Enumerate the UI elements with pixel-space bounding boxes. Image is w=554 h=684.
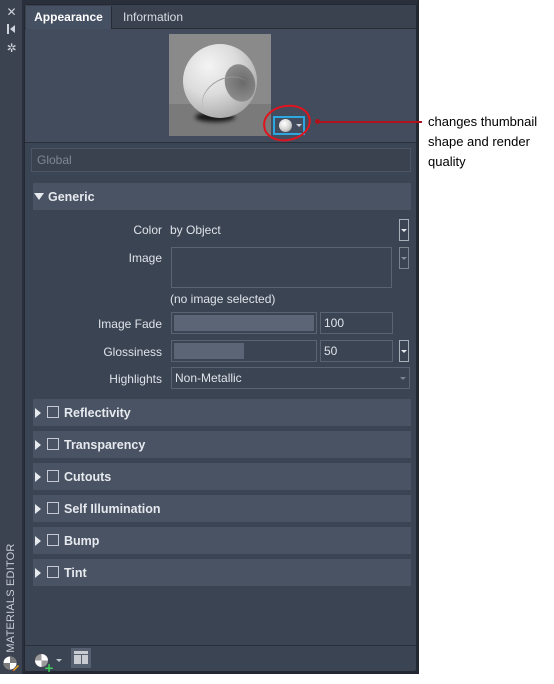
sphere-icon [279,119,292,132]
materials-editor-logo-icon[interactable] [3,655,19,671]
footer-divider [25,645,416,646]
section-title: Tint [64,565,87,580]
expand-icon [35,503,41,514]
expand-icon [35,407,41,418]
section-title: Bump [64,533,100,548]
section-reflectivity[interactable]: Reflectivity [33,399,411,426]
collapse-icon [34,193,44,200]
image-status: (no image selected) [170,292,276,306]
material-browser-button[interactable] [71,648,91,668]
enable-checkbox[interactable] [47,565,59,578]
image-fade-input[interactable]: 100 [320,312,393,334]
create-material-button[interactable]: + [35,650,65,674]
expand-icon [35,567,41,578]
section-title: Cutouts [64,469,112,484]
palette-title: MATERIALS EDITOR [5,542,17,653]
highlights-select[interactable]: Non-Metallic [171,367,410,389]
thumbnail-shape-button[interactable] [273,116,305,135]
close-icon[interactable]: ✕ [3,4,20,20]
image-slot[interactable] [171,247,392,288]
material-thumbnail [169,34,271,136]
color-label: Color [133,223,162,237]
expand-icon [35,471,41,482]
color-value[interactable]: by Object [170,223,221,237]
section-title: Generic [48,189,95,204]
chevron-down-icon [296,124,302,127]
section-title: Transparency [64,437,146,452]
tab-appearance[interactable]: Appearance [26,6,112,29]
callout-text: changes thumbnail shape and render quali… [428,114,538,169]
auto-hide-icon[interactable] [3,21,20,37]
chevron-down-icon [401,349,407,353]
enable-checkbox[interactable] [47,533,59,546]
section-title: Self Illumination [64,501,161,516]
chevron-down-icon [400,377,406,380]
preview-area [25,29,416,145]
side-strip: ✕ ✲ MATERIALS EDITOR [0,0,23,674]
section-transparency[interactable]: Transparency [33,431,411,458]
color-dropdown[interactable] [399,219,409,241]
highlights-value: Non-Metallic [175,371,242,385]
expand-icon [35,439,41,450]
glossiness-label: Glossiness [103,345,162,359]
chevron-down-icon [56,658,62,662]
image-fade-slider[interactable] [171,312,317,334]
expand-icon [35,535,41,546]
slider-fill [174,343,244,359]
tab-bar: Appearance Information [25,5,416,29]
tab-information[interactable]: Information [113,6,193,29]
material-name-field[interactable]: Global [31,148,411,172]
enable-checkbox[interactable] [47,469,59,482]
highlights-label: Highlights [109,372,162,386]
section-self-illumination[interactable]: Self Illumination [33,495,411,522]
slider-fill [174,315,314,331]
enable-checkbox[interactable] [47,501,59,514]
image-label: Image [128,251,162,265]
callout-line [318,121,422,123]
section-tint[interactable]: Tint [33,559,411,586]
enable-checkbox[interactable] [47,405,59,418]
materials-editor-window: ✕ ✲ MATERIALS EDITOR Appearance Informat… [0,0,419,674]
chevron-down-icon [401,228,407,232]
appearance-panel: Appearance Information Global Generic Co… [24,4,417,674]
image-fade-label: Image Fade [97,317,162,331]
material-add-icon: + [35,653,54,674]
section-bump[interactable]: Bump [33,527,411,554]
section-title: Reflectivity [64,405,131,420]
glossiness-slider[interactable] [171,340,317,362]
glossiness-input[interactable]: 50 [320,340,393,362]
image-dropdown[interactable] [399,247,409,269]
section-cutouts[interactable]: Cutouts [33,463,411,490]
properties-icon[interactable]: ✲ [3,40,20,56]
enable-checkbox[interactable] [47,437,59,450]
chevron-down-icon [401,256,407,260]
glossiness-dropdown[interactable] [399,340,409,362]
section-generic[interactable]: Generic [33,183,411,210]
